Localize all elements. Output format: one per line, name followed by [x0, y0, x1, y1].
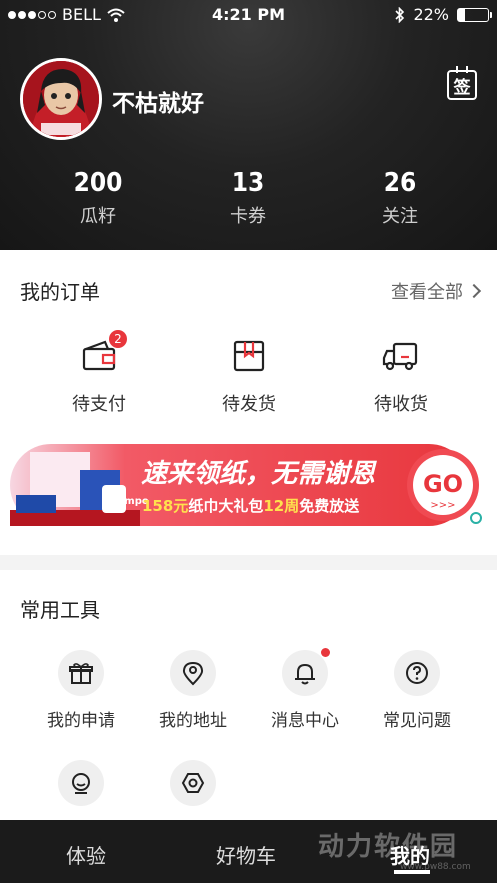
stat-following[interactable]: 26 关注 [340, 168, 460, 228]
unread-dot [321, 648, 330, 657]
chevron-right-icon [466, 283, 482, 299]
truck-icon [381, 336, 421, 376]
tool-my-address[interactable]: 我的地址 [138, 650, 248, 731]
tool-settings[interactable] [138, 760, 248, 806]
tool-label: 我的申请 [47, 711, 115, 731]
banner-subline: 158元纸巾大礼包12周免费放送 [142, 497, 360, 515]
order-label: 待支付 [72, 394, 126, 415]
tool-label: 我的地址 [159, 711, 227, 731]
banner-sub-weeks: 12周 [263, 497, 299, 515]
tool-label: 消息中心 [271, 711, 339, 731]
watermark-url: www.pw88.com [400, 862, 471, 872]
banner-sub-item: 纸巾大礼包 [188, 497, 263, 515]
tool-customer-service[interactable] [26, 760, 136, 806]
gift-icon [58, 650, 104, 696]
wallet-icon: 2 [79, 330, 127, 376]
see-all-orders-link[interactable]: 查看全部 [391, 278, 482, 304]
order-count-badge: 2 [109, 330, 127, 348]
bell-icon [282, 648, 330, 696]
orders-title: 我的订单 [20, 280, 100, 304]
sign-in-label: 签 [453, 77, 471, 98]
tab-cart[interactable]: 好物车 [216, 840, 276, 869]
tool-message-center[interactable]: 消息中心 [250, 648, 360, 731]
go-arrows: >>> [430, 500, 455, 511]
sign-in-calendar-button[interactable]: 签 [447, 66, 477, 100]
stat-value: 26 [383, 168, 417, 198]
go-label: GO [423, 470, 463, 498]
tool-label: 常见问题 [383, 711, 451, 731]
see-all-label: 查看全部 [391, 282, 463, 303]
status-bar: BELL 4:21 PM 22% [0, 0, 497, 30]
stat-label: 关注 [382, 206, 418, 227]
stat-value: 200 [73, 168, 123, 198]
bluetooth-icon [395, 6, 405, 23]
tool-my-applications[interactable]: 我的申请 [26, 650, 136, 731]
stat-coupons[interactable]: 13 卡券 [188, 168, 308, 228]
battery-icon [457, 7, 492, 22]
stat-seeds[interactable]: 200 瓜籽 [38, 168, 158, 228]
order-label: 待收货 [374, 394, 428, 415]
stat-label: 瓜籽 [80, 206, 116, 227]
banner-headline: 速来领纸，无需谢恩 [141, 459, 377, 489]
stat-value: 13 [231, 168, 265, 198]
tab-experience[interactable]: 体验 [66, 840, 106, 869]
order-pending-payment[interactable]: 2 待支付 [34, 330, 164, 416]
banner-sub-price: 158元 [142, 497, 188, 515]
watermark: 动力软件园 [318, 832, 459, 862]
tools-title: 常用工具 [20, 598, 100, 622]
stat-label: 卡券 [230, 206, 266, 227]
avatar[interactable] [20, 58, 102, 140]
promo-banner[interactable]: Tempo 速来领纸，无需谢恩 158元纸巾大礼包12周免费放送 GO >>> [10, 440, 487, 530]
profile-header: BELL 4:21 PM 22% 不枯就好 签 200 瓜籽 13 卡券 26 … [0, 0, 497, 250]
status-bar-right: 22% [395, 5, 492, 24]
tool-faq[interactable]: 常见问题 [362, 650, 472, 731]
order-label: 待发货 [222, 394, 276, 415]
package-icon [229, 336, 269, 376]
settings-icon [170, 760, 216, 806]
question-icon [394, 650, 440, 696]
customer-service-icon [58, 760, 104, 806]
battery-fill [458, 8, 465, 21]
location-icon [170, 650, 216, 696]
username: 不枯就好 [112, 91, 204, 117]
banner-sub-free: 免费放送 [299, 497, 360, 515]
battery-percent: 22% [413, 5, 449, 24]
order-pending-receipt[interactable]: 待收货 [336, 336, 466, 416]
promo-banner-art: Tempo 速来领纸，无需谢恩 158元纸巾大礼包12周免费放送 GO >>> [10, 444, 482, 526]
order-pending-shipment[interactable]: 待发货 [184, 336, 314, 416]
avatar-illustration [23, 61, 99, 137]
